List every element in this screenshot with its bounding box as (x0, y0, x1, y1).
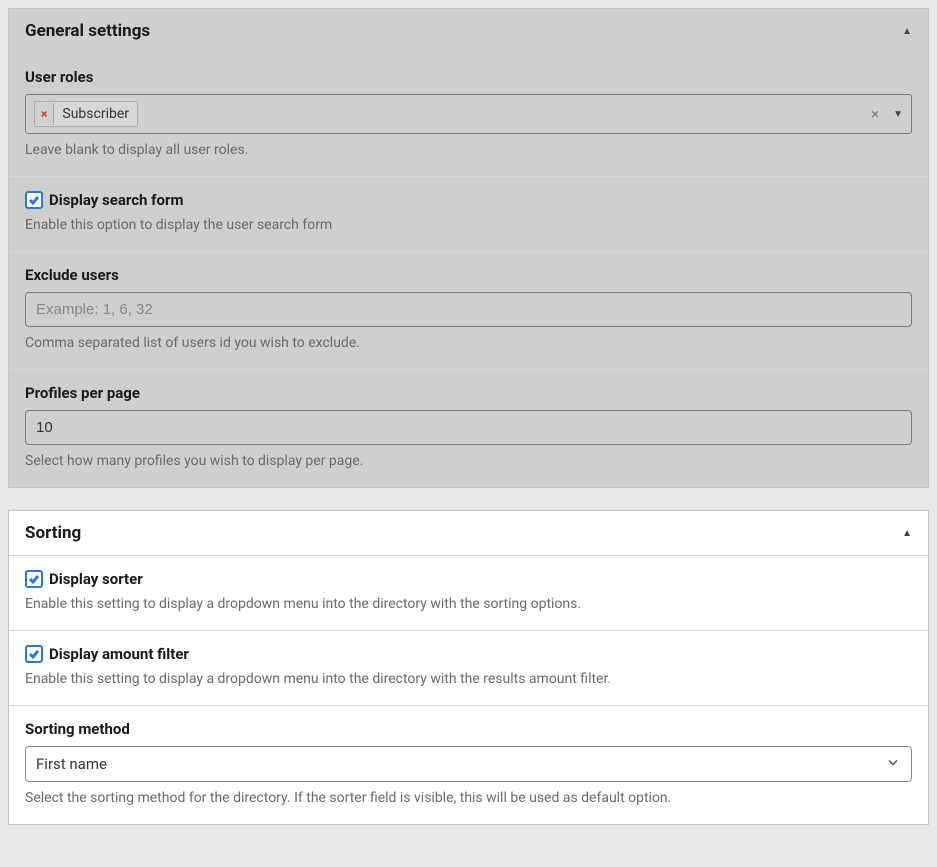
user-roles-multiselect[interactable]: × Subscriber × ▼ (25, 94, 912, 134)
display-sorter-checkbox[interactable] (25, 570, 43, 588)
clear-all-icon[interactable]: × (871, 105, 879, 123)
check-icon (28, 573, 40, 585)
dropdown-arrow-icon[interactable]: ▼ (893, 109, 903, 120)
display-amount-filter-field: Display amount filter Enable this settin… (9, 631, 928, 706)
profiles-per-page-input[interactable] (25, 410, 912, 445)
display-sorter-row: Display sorter (25, 570, 912, 588)
exclude-users-input[interactable] (25, 292, 912, 327)
display-search-row: Display search form (25, 191, 912, 209)
sorting-method-help: Select the sorting method for the direct… (25, 790, 912, 806)
display-sorter-field: Display sorter Enable this setting to di… (9, 556, 928, 631)
sorting-method-select-wrap: First name (25, 746, 912, 782)
general-settings-header[interactable]: General settings ▲ (9, 9, 928, 54)
display-sorter-help: Enable this setting to display a dropdow… (25, 596, 912, 612)
display-search-help: Enable this option to display the user s… (25, 217, 912, 233)
profiles-per-page-field: Profiles per page Select how many profil… (9, 370, 928, 487)
display-search-label: Display search form (49, 191, 183, 209)
display-search-checkbox[interactable] (25, 191, 43, 209)
profiles-per-page-label: Profiles per page (25, 384, 912, 402)
check-icon (28, 648, 40, 660)
profiles-per-page-help: Select how many profiles you wish to dis… (25, 453, 912, 469)
sorting-panel: Sorting ▲ Display sorter Enable this set… (8, 510, 929, 825)
display-sorter-label: Display sorter (49, 570, 143, 588)
general-settings-panel: General settings ▲ User roles × Subscrib… (8, 8, 929, 488)
check-icon (28, 194, 40, 206)
user-roles-tags: × Subscriber (34, 101, 138, 127)
user-roles-field: User roles × Subscriber × ▼ Leave blank … (9, 54, 928, 177)
tag-subscriber: × Subscriber (34, 101, 138, 127)
display-amount-filter-checkbox[interactable] (25, 645, 43, 663)
remove-tag-icon[interactable]: × (35, 103, 54, 125)
sorting-method-label: Sorting method (25, 720, 912, 738)
triangle-up-icon: ▲ (902, 528, 912, 539)
general-settings-title: General settings (25, 21, 150, 41)
display-amount-filter-label: Display amount filter (49, 645, 189, 663)
display-amount-filter-help: Enable this setting to display a dropdow… (25, 671, 912, 687)
user-roles-help: Leave blank to display all user roles. (25, 142, 912, 158)
exclude-users-field: Exclude users Comma separated list of us… (9, 252, 928, 370)
exclude-users-help: Comma separated list of users id you wis… (25, 335, 912, 351)
sorting-method-field: Sorting method First name Select the sor… (9, 706, 928, 824)
user-roles-label: User roles (25, 68, 912, 86)
display-search-field: Display search form Enable this option t… (9, 177, 928, 252)
tag-label: Subscriber (54, 102, 137, 126)
sorting-title: Sorting (25, 523, 81, 543)
multiselect-controls: × ▼ (871, 105, 903, 123)
display-amount-filter-row: Display amount filter (25, 645, 912, 663)
sorting-method-select[interactable]: First name (25, 746, 912, 782)
sorting-header[interactable]: Sorting ▲ (9, 511, 928, 556)
triangle-up-icon: ▲ (902, 26, 912, 37)
exclude-users-label: Exclude users (25, 266, 912, 284)
